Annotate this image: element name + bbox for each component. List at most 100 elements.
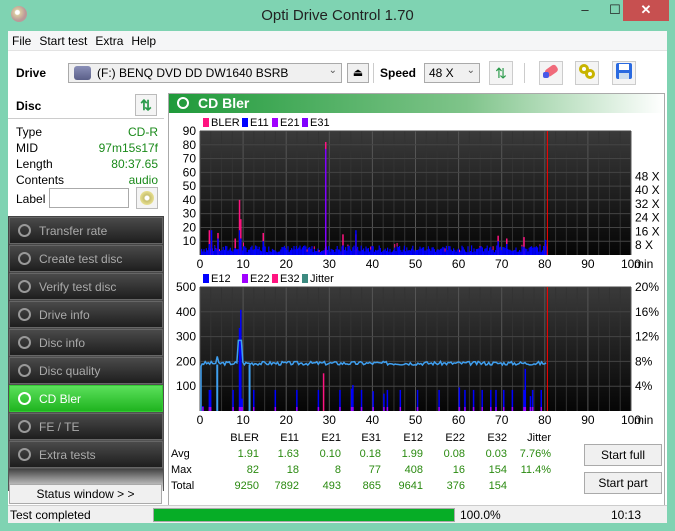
disc-title: Disc (16, 99, 42, 113)
e11-bar (251, 245, 253, 255)
drive-select[interactable]: (F:) BENQ DVD DD DW1640 BSRB ⌄ (68, 63, 342, 83)
e22-bar (540, 407, 542, 411)
e12-bar (240, 309, 242, 411)
e11-bar (246, 252, 248, 255)
nav-extra-tests[interactable]: Extra tests (9, 441, 163, 468)
e11-bar (335, 249, 337, 255)
e11-bar (468, 252, 470, 255)
e11-bar (250, 247, 252, 255)
e11-bar (237, 249, 239, 255)
e11-bar (294, 249, 296, 255)
start-part-button[interactable]: Start part (584, 472, 662, 494)
e11-bar (451, 251, 453, 255)
disc-refresh-button[interactable]: ⇅ (135, 94, 157, 116)
y2-tick-label: 16 X (635, 224, 660, 238)
speed-select[interactable]: 48 X ⌄ (424, 63, 480, 83)
e11-bar (409, 250, 411, 255)
e11-bar (445, 245, 447, 255)
label-disc-button[interactable] (136, 187, 158, 209)
drive-value: (F:) BENQ DVD DD DW1640 BSRB (97, 66, 289, 80)
disc-icon (18, 364, 31, 377)
e22-bar (241, 407, 243, 411)
e11-bar (373, 251, 375, 255)
e11-bar (268, 246, 270, 255)
label-input[interactable] (49, 188, 129, 208)
e22-bar (232, 407, 234, 411)
e22-bar (360, 407, 363, 411)
x-unit-label: min (634, 413, 653, 427)
title-bar: Opti Drive Control 1.70 ‒ ☐ ✕ (0, 0, 675, 31)
e11-bar (364, 251, 366, 255)
erase-button[interactable] (539, 61, 563, 85)
nav-transfer-rate[interactable]: Transfer rate (9, 217, 163, 244)
e11-bar (425, 250, 427, 255)
nav-disc-quality[interactable]: Disc quality (9, 357, 163, 384)
e11-bar (450, 249, 452, 255)
legend-swatch (242, 274, 248, 283)
e11-bar (426, 249, 428, 255)
refresh-speed-button[interactable]: ⇅ (489, 61, 513, 85)
e11-bar (312, 251, 314, 255)
eject-button[interactable]: ⏏ (347, 63, 369, 83)
e11-bar (271, 248, 273, 255)
e11-bar (377, 249, 379, 255)
menu-start-test[interactable]: Start test (35, 31, 91, 48)
e11-bar (467, 246, 469, 255)
status-window-button[interactable]: Status window > > (9, 484, 162, 504)
nav-disc-info[interactable]: Disc info (9, 329, 163, 356)
y2-tick-label: 40 X (635, 183, 660, 197)
nav-drive-info[interactable]: Drive info (9, 301, 163, 328)
e11-bar (427, 246, 429, 255)
e11-bar (222, 246, 224, 255)
start-full-button[interactable]: Start full (584, 444, 662, 466)
save-button[interactable] (612, 61, 636, 85)
e11-bar (390, 252, 392, 255)
settings-button[interactable] (575, 61, 599, 85)
e11-bar (474, 251, 476, 255)
chevron-down-icon: ⌄ (466, 65, 475, 76)
e11-bar (510, 250, 512, 255)
e11-bar (349, 249, 351, 255)
e11-bar (379, 248, 381, 255)
nav-fe-te[interactable]: FE / TE (9, 413, 163, 440)
e11-bar (306, 251, 308, 255)
menu-file[interactable]: File (8, 31, 35, 48)
e11-bar (521, 246, 523, 255)
e11-bar (442, 246, 444, 255)
x-tick-label: 10 (236, 257, 250, 271)
minimize-button[interactable]: ‒ (570, 0, 600, 21)
e11-bar (430, 250, 432, 255)
stats-column-header: E11 (280, 432, 299, 444)
e11-bar (301, 247, 303, 255)
stats-column-header: Jitter (527, 432, 551, 444)
chevron-down-icon: ⌄ (328, 65, 337, 76)
drive-icon (74, 66, 91, 80)
nav-cd-bler[interactable]: CD Bler (9, 385, 163, 412)
e11-bar (538, 251, 540, 255)
x-tick-label: 60 (452, 413, 466, 427)
e11-bar (327, 249, 329, 255)
e11-bar (201, 248, 203, 255)
e11-bar (384, 248, 386, 255)
e22-bar (399, 407, 402, 411)
e11-bar (504, 248, 506, 255)
e11-bar (375, 249, 377, 255)
legend-swatch (302, 118, 308, 127)
menu-extra[interactable]: Extra (91, 31, 127, 48)
x-tick-label: 70 (495, 413, 509, 427)
e11-bar (328, 246, 330, 255)
e11-bar (334, 251, 336, 255)
menu-help[interactable]: Help (127, 31, 160, 48)
e11-bar (503, 247, 505, 255)
e11-bar (433, 249, 435, 255)
legend-swatch (272, 274, 278, 283)
nav-create-test-disc[interactable]: Create test disc (9, 245, 163, 272)
nav-verify-test-disc[interactable]: Verify test disc (9, 273, 163, 300)
e11-bar (204, 251, 206, 255)
e11-bar (453, 248, 455, 255)
e11-bar (513, 250, 515, 255)
close-button[interactable]: ✕ (623, 0, 669, 21)
disc-icon (18, 448, 31, 461)
nav-label: Extra tests (39, 448, 96, 462)
e11-bar (444, 251, 446, 255)
